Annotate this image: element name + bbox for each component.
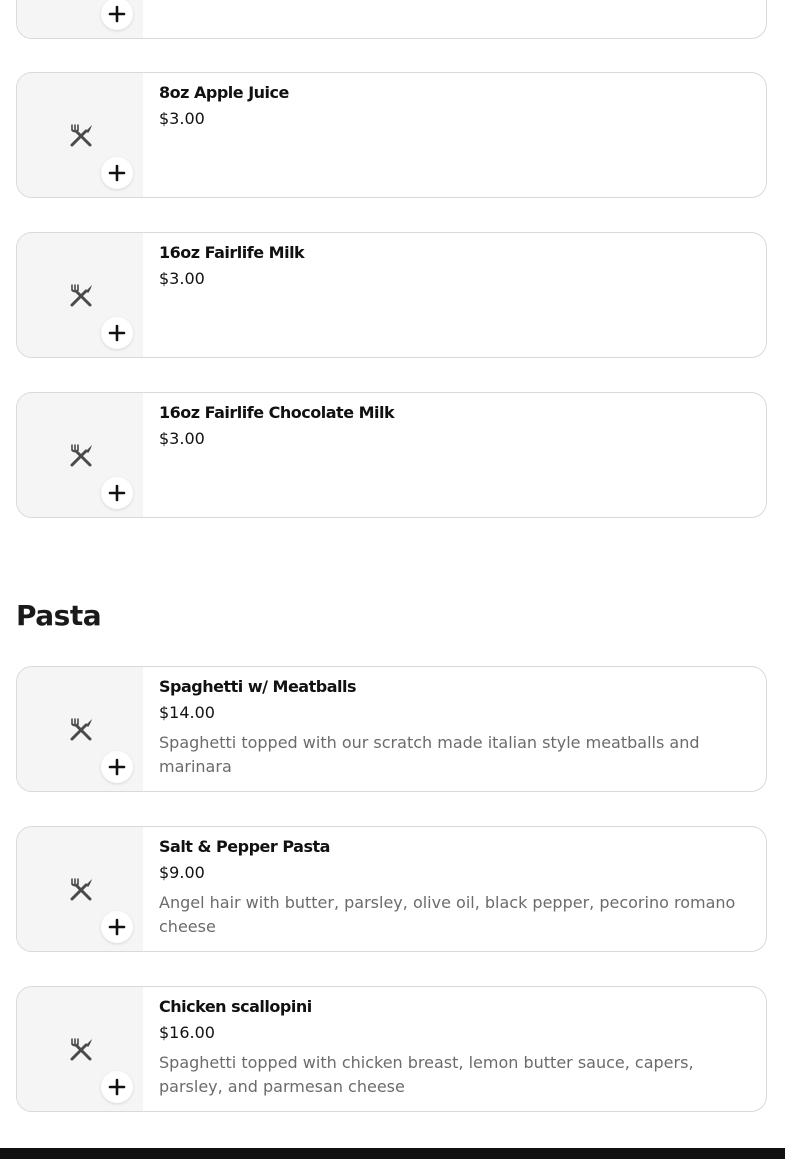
plus-icon xyxy=(108,1078,126,1096)
section-title-pasta: Pasta xyxy=(16,599,102,632)
item-info: Salt & Pepper Pasta $9.00 Angel hair wit… xyxy=(159,837,746,939)
utensils-icon xyxy=(70,444,92,467)
item-image-placeholder xyxy=(17,233,143,357)
add-item-button[interactable] xyxy=(101,317,133,349)
item-info: 16oz Fairlife Milk $3.00 xyxy=(159,243,746,289)
utensils-icon xyxy=(70,124,92,147)
plus-icon xyxy=(108,5,126,23)
add-item-button[interactable] xyxy=(101,751,133,783)
plus-icon xyxy=(108,484,126,502)
utensils-icon xyxy=(70,878,92,901)
item-price: $3.00 xyxy=(159,269,205,288)
plus-icon xyxy=(108,918,126,936)
menu-item-card[interactable]: 16oz Fairlife Chocolate Milk $3.00 xyxy=(16,392,767,518)
item-info: 16oz Fairlife Chocolate Milk $3.00 xyxy=(159,403,746,449)
add-item-button[interactable] xyxy=(101,477,133,509)
item-image-placeholder xyxy=(17,73,143,197)
footer-bar xyxy=(0,1148,785,1159)
item-description: Spaghetti topped with chicken breast, le… xyxy=(159,1053,694,1096)
item-price: $3.00 xyxy=(159,429,205,448)
item-description: Spaghetti topped with our scratch made i… xyxy=(159,733,700,776)
item-name: 16oz Fairlife Chocolate Milk xyxy=(159,403,395,422)
plus-icon xyxy=(108,758,126,776)
item-image-placeholder xyxy=(17,827,143,951)
utensils-icon xyxy=(70,284,92,307)
add-item-button[interactable] xyxy=(101,0,133,30)
utensils-icon xyxy=(70,1038,92,1061)
plus-icon xyxy=(108,324,126,342)
item-image-placeholder xyxy=(17,667,143,791)
item-name: 8oz Apple Juice xyxy=(159,83,289,102)
item-name: Chicken scallopini xyxy=(159,997,312,1016)
menu-item-card[interactable]: 16oz Fairlife Milk $3.00 xyxy=(16,232,767,358)
menu-item-card[interactable]: Spaghetti w/ Meatballs $14.00 Spaghetti … xyxy=(16,666,767,792)
menu-item-card[interactable]: Salt & Pepper Pasta $9.00 Angel hair wit… xyxy=(16,826,767,952)
menu-item-card[interactable]: Chicken scallopini $16.00 Spaghetti topp… xyxy=(16,986,767,1112)
item-name: Spaghetti w/ Meatballs xyxy=(159,677,356,696)
item-image-placeholder xyxy=(17,987,143,1111)
item-name: Salt & Pepper Pasta xyxy=(159,837,330,856)
plus-icon xyxy=(108,164,126,182)
menu-item-card[interactable]: 8oz Apple Juice $3.00 xyxy=(16,72,767,198)
utensils-icon xyxy=(70,718,92,741)
item-info: Spaghetti w/ Meatballs $14.00 Spaghetti … xyxy=(159,677,746,779)
item-image-placeholder xyxy=(17,0,143,38)
item-info: Chicken scallopini $16.00 Spaghetti topp… xyxy=(159,997,746,1099)
add-item-button[interactable] xyxy=(101,157,133,189)
item-info: 8oz Apple Juice $3.00 xyxy=(159,83,746,129)
item-price: $3.00 xyxy=(159,109,205,128)
item-description: Angel hair with butter, parsley, olive o… xyxy=(159,893,736,936)
item-price: $14.00 xyxy=(159,703,215,722)
item-name: 16oz Fairlife Milk xyxy=(159,243,305,262)
item-price: $16.00 xyxy=(159,1023,215,1042)
item-price: $9.00 xyxy=(159,863,205,882)
add-item-button[interactable] xyxy=(101,911,133,943)
menu-item-card[interactable] xyxy=(16,0,767,39)
add-item-button[interactable] xyxy=(101,1071,133,1103)
item-image-placeholder xyxy=(17,393,143,517)
